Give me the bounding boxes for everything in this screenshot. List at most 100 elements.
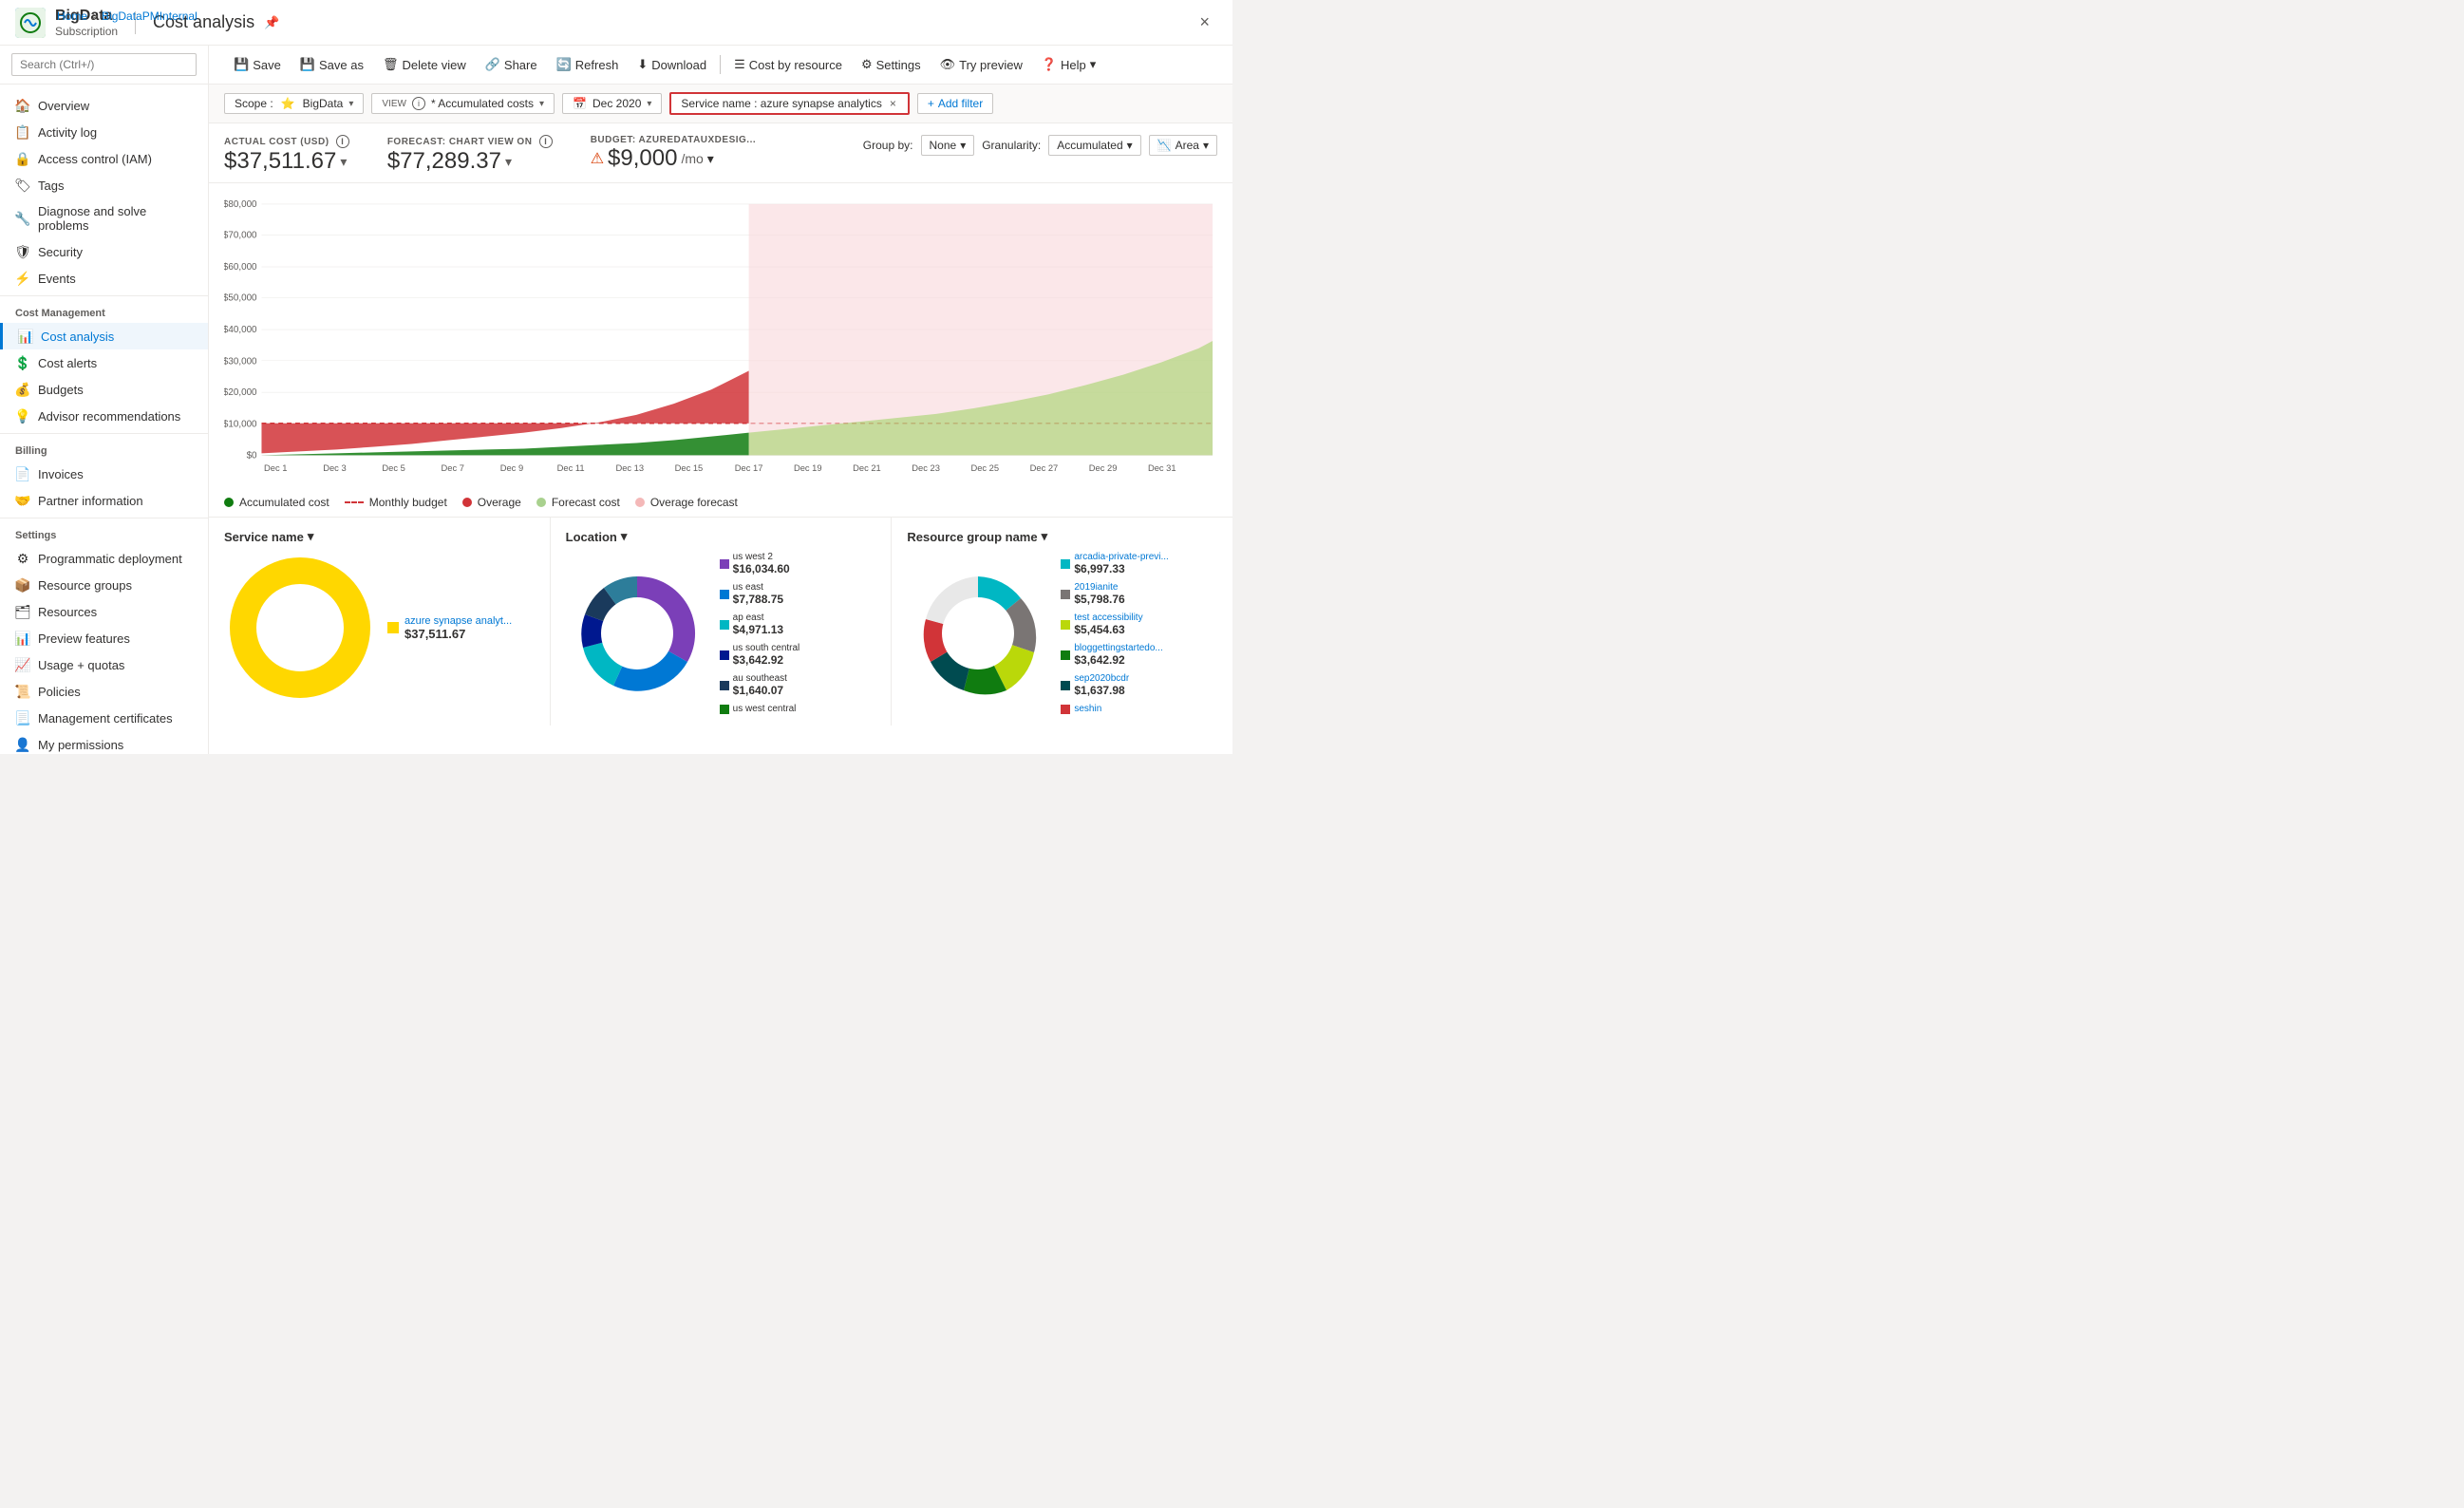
sidebar-item-overview[interactable]: 🏠 Overview	[0, 92, 208, 119]
share-button[interactable]: 🔗 Share	[476, 53, 547, 76]
location-legend-item-2: us east $7,788.75	[720, 582, 800, 606]
resources-icon: 🗂	[15, 604, 30, 619]
service-donut-legend: azure synapse analyt... $37,511.67	[387, 615, 512, 641]
service-filter-close[interactable]: ×	[888, 97, 898, 110]
app-header: BigData Subscription Cost analysis 📌 ×	[0, 0, 1232, 46]
sidebar-nav: 🏠 Overview 📋 Activity log 🔒 Access contr…	[0, 85, 208, 754]
breadcrumb-home[interactable]: Home	[57, 9, 87, 23]
save-as-button[interactable]: 💾 Save as	[291, 53, 373, 76]
actual-cost-info-icon[interactable]: i	[336, 135, 349, 148]
delete-view-button[interactable]: 🗑 Delete view	[373, 53, 476, 76]
granularity-label: Granularity:	[982, 139, 1041, 152]
legend-overage: Overage	[462, 496, 521, 509]
cost-by-resource-button[interactable]: ☰ Cost by resource	[724, 53, 852, 76]
sidebar-item-iam[interactable]: 🔒 Access control (IAM)	[0, 145, 208, 172]
chart-type-dropdown[interactable]: 📉 Area ▾	[1149, 135, 1217, 156]
add-filter-icon: +	[928, 97, 934, 110]
sidebar-item-usage-quotas[interactable]: 📈 Usage + quotas	[0, 651, 208, 678]
service-name-chart-title[interactable]: Service name ▾	[224, 529, 535, 544]
actual-cost-arrow[interactable]: ▾	[340, 154, 347, 170]
breadcrumb-subscription[interactable]: BigDataPMInternal	[102, 9, 197, 23]
legend-accumulated-cost: Accumulated cost	[224, 496, 329, 509]
sidebar-item-resource-groups[interactable]: 📦 Resource groups	[0, 572, 208, 598]
partner-icon: 🤝	[15, 493, 30, 508]
location-chart-title[interactable]: Location ▾	[566, 529, 876, 544]
sidebar-item-mgmt-certs[interactable]: 📃 Management certificates	[0, 705, 208, 731]
sidebar-item-advisor[interactable]: 💡 Advisor recommendations	[0, 403, 208, 429]
view-info-icon[interactable]: i	[412, 97, 425, 110]
budgets-icon: 💰	[15, 382, 30, 397]
sidebar-item-resources[interactable]: 🗂 Resources	[0, 598, 208, 625]
service-filter[interactable]: Service name : azure synapse analytics ×	[669, 92, 909, 115]
sidebar-item-tags[interactable]: 🏷 Tags	[0, 172, 208, 198]
sidebar-item-partner[interactable]: 🤝 Partner information	[0, 487, 208, 514]
sidebar-item-cost-analysis[interactable]: 📊 Cost analysis	[0, 323, 208, 349]
try-preview-button[interactable]: 👁 Try preview	[931, 53, 1032, 76]
events-icon: ⚡	[15, 271, 30, 286]
my-permissions-icon: 👤	[15, 737, 30, 752]
service-legend-color	[387, 622, 399, 633]
resource-group-donut-chart	[907, 562, 1049, 705]
add-filter-button[interactable]: + + Add filter Add filter	[917, 93, 993, 114]
service-donut-row: azure synapse analyt... $37,511.67	[224, 552, 535, 704]
location-donut-legend: us west 2 $16,034.60 us east $7,788.75	[720, 552, 800, 714]
help-button[interactable]: ❓ Help ▾	[1032, 53, 1105, 76]
location-donut-row: us west 2 $16,034.60 us east $7,788.75	[566, 552, 876, 714]
settings-button[interactable]: ⚙ Settings	[852, 53, 931, 76]
toolbar-separator	[720, 55, 721, 74]
scope-dropdown-icon: ▾	[348, 99, 353, 109]
breadcrumb: Home > BigDataPMInternal	[57, 9, 197, 23]
sidebar-item-label-resources: Resources	[38, 605, 97, 619]
svg-text:Dec 29: Dec 29	[1089, 463, 1118, 473]
sidebar-item-events[interactable]: ⚡ Events	[0, 265, 208, 292]
sidebar-item-cost-alerts[interactable]: 💲 Cost alerts	[0, 349, 208, 376]
calendar-icon: 📅	[573, 97, 587, 110]
sidebar-item-label-tags: Tags	[38, 179, 64, 193]
sidebar-item-budgets[interactable]: 💰 Budgets	[0, 376, 208, 403]
sidebar-item-label-policies: Policies	[38, 685, 81, 699]
sidebar-item-label-my-permissions: My permissions	[38, 738, 123, 752]
save-button[interactable]: 💾 Save	[224, 53, 291, 76]
date-filter[interactable]: 📅 Dec 2020 ▾	[562, 93, 662, 114]
save-icon: 💾	[234, 57, 249, 72]
scope-filter[interactable]: Scope : ⭐ BigData ▾	[224, 93, 364, 114]
forecast-info-icon[interactable]: i	[539, 135, 553, 148]
budget-dropdown[interactable]: ▾	[707, 151, 714, 167]
download-button[interactable]: ⬇ Download	[628, 53, 716, 76]
sidebar-item-activity-log[interactable]: 📋 Activity log	[0, 119, 208, 145]
sidebar: 🏠 Overview 📋 Activity log 🔒 Access contr…	[0, 46, 209, 754]
sidebar-item-programmatic[interactable]: ⚙ Programmatic deployment	[0, 545, 208, 572]
svg-text:Dec 27: Dec 27	[1030, 463, 1059, 473]
svg-text:Dec 21: Dec 21	[853, 463, 881, 473]
pin-icon[interactable]: 📌	[264, 15, 279, 30]
granularity-dropdown[interactable]: Accumulated ▾	[1048, 135, 1140, 156]
close-button[interactable]: ×	[1192, 9, 1217, 36]
budget-metric: BUDGET: AZUREDATAUXDESIG... ⚠ $9,000 /mo…	[591, 135, 756, 172]
rg-legend-item-1: arcadia-private-previ... $6,997.33	[1061, 552, 1168, 575]
cost-overview: ACTUAL COST (USD) i $37,511.67 ▾ FORECAS…	[209, 123, 1232, 183]
sidebar-item-diagnose[interactable]: 🔧 Diagnose and solve problems	[0, 198, 208, 238]
group-by-dropdown[interactable]: None ▾	[921, 135, 975, 156]
app-subtitle: Subscription	[55, 25, 118, 38]
group-by-chevron-icon: ▾	[960, 139, 966, 152]
sidebar-item-security[interactable]: 🛡 Security	[0, 238, 208, 265]
sidebar-item-policies[interactable]: 📜 Policies	[0, 678, 208, 705]
forecast-arrow[interactable]: ▾	[505, 154, 512, 170]
search-input[interactable]	[11, 53, 197, 76]
resource-group-chart-title[interactable]: Resource group name ▾	[907, 529, 1217, 544]
legend-overage-forecast: Overage forecast	[635, 496, 738, 509]
sidebar-item-label-preview-features: Preview features	[38, 631, 130, 646]
sidebar-item-invoices[interactable]: 📄 Invoices	[0, 461, 208, 487]
sidebar-item-preview-features[interactable]: 📊 Preview features	[0, 625, 208, 651]
view-filter[interactable]: VIEW i * Accumulated costs ▾	[371, 93, 555, 114]
sidebar-item-label-overview: Overview	[38, 99, 89, 113]
sidebar-item-my-permissions[interactable]: 👤 My permissions	[0, 731, 208, 754]
location-legend-item-1: us west 2 $16,034.60	[720, 552, 800, 575]
refresh-button[interactable]: 🔄 Refresh	[547, 53, 629, 76]
svg-text:Dec 13: Dec 13	[615, 463, 644, 473]
scope-label: Scope :	[235, 97, 273, 110]
date-value: Dec 2020	[592, 97, 641, 110]
sidebar-item-label-resource-groups: Resource groups	[38, 578, 132, 593]
location-legend-item-3: ap east $4,971.13	[720, 613, 800, 636]
diagnose-icon: 🔧	[15, 211, 30, 226]
